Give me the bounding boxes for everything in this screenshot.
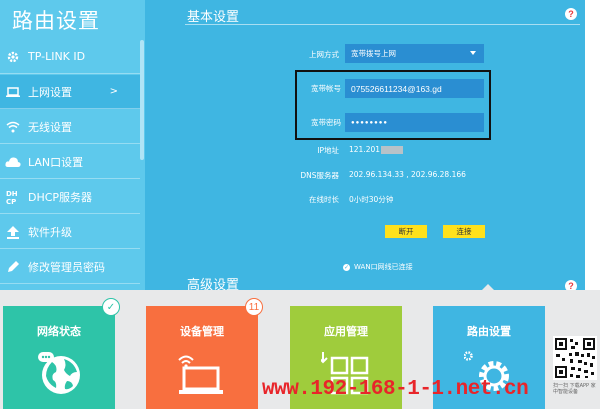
check-badge-icon: ✓ (102, 298, 120, 316)
settings-panel: 基本设置 ? 上网方式 宽带拨号上网 宽带帐号 075526611234@163… (145, 0, 585, 293)
sidebar-item-label: 修改管理员密码 (28, 260, 105, 274)
gear-icon (0, 50, 26, 64)
page-edge (585, 0, 600, 290)
cloud-icon (0, 156, 26, 168)
laptop-icon (0, 86, 26, 98)
active-tile-pointer (481, 284, 495, 291)
section-divider (185, 24, 580, 25)
sidebar-item-dhcp[interactable]: DH CP DHCP服务器 (0, 180, 140, 214)
tile-device-management[interactable]: 设备管理 11 (146, 298, 263, 409)
laptop-wifi-icon (177, 348, 227, 398)
qr-code (553, 336, 597, 380)
qr-caption: 扫一扫 下载APP 家中智能设备 (553, 383, 596, 395)
help-icon[interactable]: ? (565, 8, 577, 20)
sidebar-item-label: 无线设置 (28, 120, 72, 134)
online-time-label: 在线时长 (309, 195, 339, 204)
sidebar-item-label: 上网设置 (28, 85, 72, 99)
tile-label: 路由设置 (467, 325, 511, 338)
sidebar-scrollbar[interactable] (140, 40, 144, 160)
sidebar-item-wireless[interactable]: 无线设置 (0, 110, 140, 144)
basic-settings-title: 基本设置 (187, 10, 240, 25)
dns-label: DNS服务器 (300, 171, 339, 180)
sidebar-item-label: 软件升级 (28, 225, 72, 239)
wan-status: ✓ WAN口网线已连接 (343, 263, 413, 271)
connect-button[interactable]: 连接 (443, 225, 485, 238)
tile-network-status[interactable]: 网络状态 ✓ (3, 298, 120, 409)
device-count-badge: 11 (245, 298, 263, 316)
online-time-value: 0小时30分钟 (349, 195, 394, 204)
tile-label: 应用管理 (324, 325, 368, 338)
chevron-right-icon: > (109, 86, 118, 97)
tile-label: 网络状态 (37, 325, 81, 338)
connection-type-label: 上网方式 (309, 50, 339, 59)
sidebar-item-internet[interactable]: 上网设置 > (0, 75, 140, 109)
wifi-icon (0, 121, 26, 133)
ip-address-value: 121.201 (349, 145, 404, 154)
sidebar-item-label: LAN口设置 (28, 155, 84, 169)
sidebar-item-label: DHCP服务器 (28, 190, 93, 204)
sidebar-item-label: TP-LINK ID (28, 50, 86, 63)
sidebar-item-tplink-id[interactable]: TP-LINK ID (0, 40, 140, 74)
highlight-box (295, 70, 491, 140)
connection-type-value: 宽带拨号上网 (351, 49, 396, 58)
sidebar-title: 路由设置 (12, 9, 100, 33)
sidebar-item-upgrade[interactable]: 软件升级 (0, 215, 140, 249)
sidebar-item-admin-password[interactable]: 修改管理员密码 (0, 250, 140, 284)
ip-address-label: IP地址 (317, 146, 339, 155)
globe-icon (34, 348, 84, 398)
connection-type-select[interactable]: 宽带拨号上网 (345, 44, 484, 63)
pencil-icon (0, 260, 26, 274)
check-icon: ✓ (343, 263, 350, 271)
upload-icon (0, 225, 26, 239)
sidebar-item-lan[interactable]: LAN口设置 (0, 145, 140, 179)
disconnect-button[interactable]: 断开 (385, 225, 427, 238)
dns-value: 202.96.134.33 , 202.96.28.166 (349, 170, 466, 179)
watermark: www.192-168-1-1.net.cn (262, 378, 529, 401)
dhcp-icon: DH CP (0, 189, 26, 205)
tile-label: 设备管理 (180, 325, 224, 338)
svg-text:CP: CP (6, 198, 16, 205)
sidebar: 路由设置 TP-LINK ID 上网设置 > 无线设置 LAN口设置 DH CP … (0, 0, 145, 290)
svg-text:DH: DH (6, 190, 18, 198)
redaction-mask (381, 146, 404, 154)
chevron-down-icon (470, 51, 476, 55)
